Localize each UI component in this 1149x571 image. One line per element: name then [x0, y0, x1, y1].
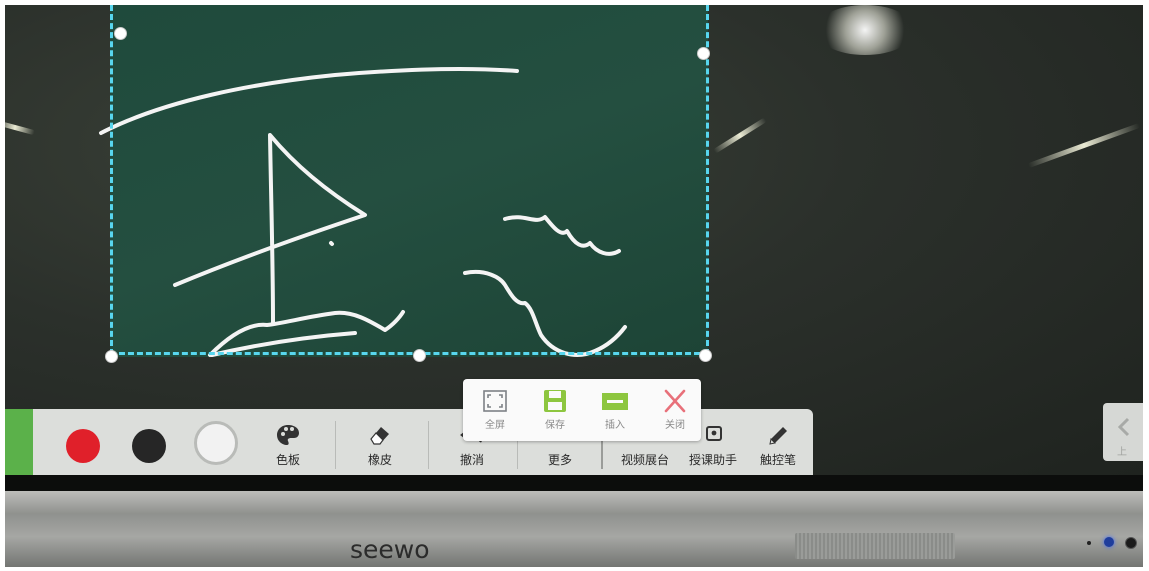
- page-side-tab[interactable]: 上: [1103, 403, 1143, 461]
- save-label: 保存: [545, 420, 565, 431]
- resize-handle[interactable]: [114, 27, 127, 40]
- resize-handle[interactable]: [697, 47, 710, 60]
- toolbar-divider: [428, 421, 429, 469]
- eraser-icon: [370, 427, 389, 445]
- power-led: [1104, 537, 1114, 547]
- video-booth-label: 视频展台: [620, 453, 669, 467]
- resize-handle[interactable]: [699, 349, 712, 362]
- screen-bezel: [5, 475, 1143, 491]
- eraser-label: 橡皮: [367, 453, 392, 467]
- more-popup-menu: 全屏 保存 插入 关闭: [463, 379, 701, 441]
- whiteboard-photo: 色板 橡皮 撤消 更多 视频展台 授课助手 触控笔 全屏 保存 插入 关闭 上: [5, 5, 1143, 567]
- fullscreen-button[interactable]: 全屏: [467, 385, 523, 437]
- fullscreen-label: 全屏: [485, 420, 505, 431]
- palette-icon: [277, 425, 299, 445]
- insert-label: 插入: [605, 420, 625, 431]
- more-label: 更多: [547, 453, 572, 467]
- selection-box[interactable]: [110, 5, 709, 355]
- device-frame: [5, 491, 1143, 567]
- brand-logo: seewo: [350, 535, 430, 564]
- touch-pen-button[interactable]: 触控笔: [743, 417, 813, 473]
- toolbar-green-tab[interactable]: [5, 409, 33, 481]
- hardware-button[interactable]: [1125, 537, 1137, 549]
- floppy-disk-icon: [544, 390, 566, 412]
- save-button[interactable]: 保存: [527, 385, 583, 437]
- eraser-button[interactable]: 橡皮: [345, 417, 415, 473]
- close-icon: [664, 389, 686, 413]
- touch-pen-label: 触控笔: [759, 453, 796, 467]
- undo-label: 撤消: [459, 453, 484, 467]
- insert-button[interactable]: 插入: [587, 385, 643, 437]
- insert-slide-icon: [602, 393, 628, 410]
- chevron-left-icon: [1117, 417, 1130, 437]
- indicator-light: [1087, 541, 1091, 545]
- pen-icon: [769, 427, 787, 445]
- teaching-assistant-label: 授课助手: [688, 453, 737, 467]
- resize-handle[interactable]: [105, 350, 118, 363]
- toolbar-divider: [335, 421, 336, 469]
- speaker-grille: [795, 533, 955, 559]
- close-button[interactable]: 关闭: [647, 385, 703, 437]
- side-tab-label: 上: [1117, 447, 1127, 458]
- color-swatch-black[interactable]: [132, 429, 166, 463]
- color-panel-label: 色板: [275, 453, 300, 467]
- resize-handle[interactable]: [413, 349, 426, 362]
- color-panel-button[interactable]: 色板: [253, 417, 323, 473]
- close-label: 关闭: [665, 420, 685, 431]
- color-swatch-red[interactable]: [66, 429, 100, 463]
- fullscreen-icon: [483, 390, 507, 412]
- phone-icon: [706, 426, 722, 441]
- color-swatch-white[interactable]: [194, 421, 238, 465]
